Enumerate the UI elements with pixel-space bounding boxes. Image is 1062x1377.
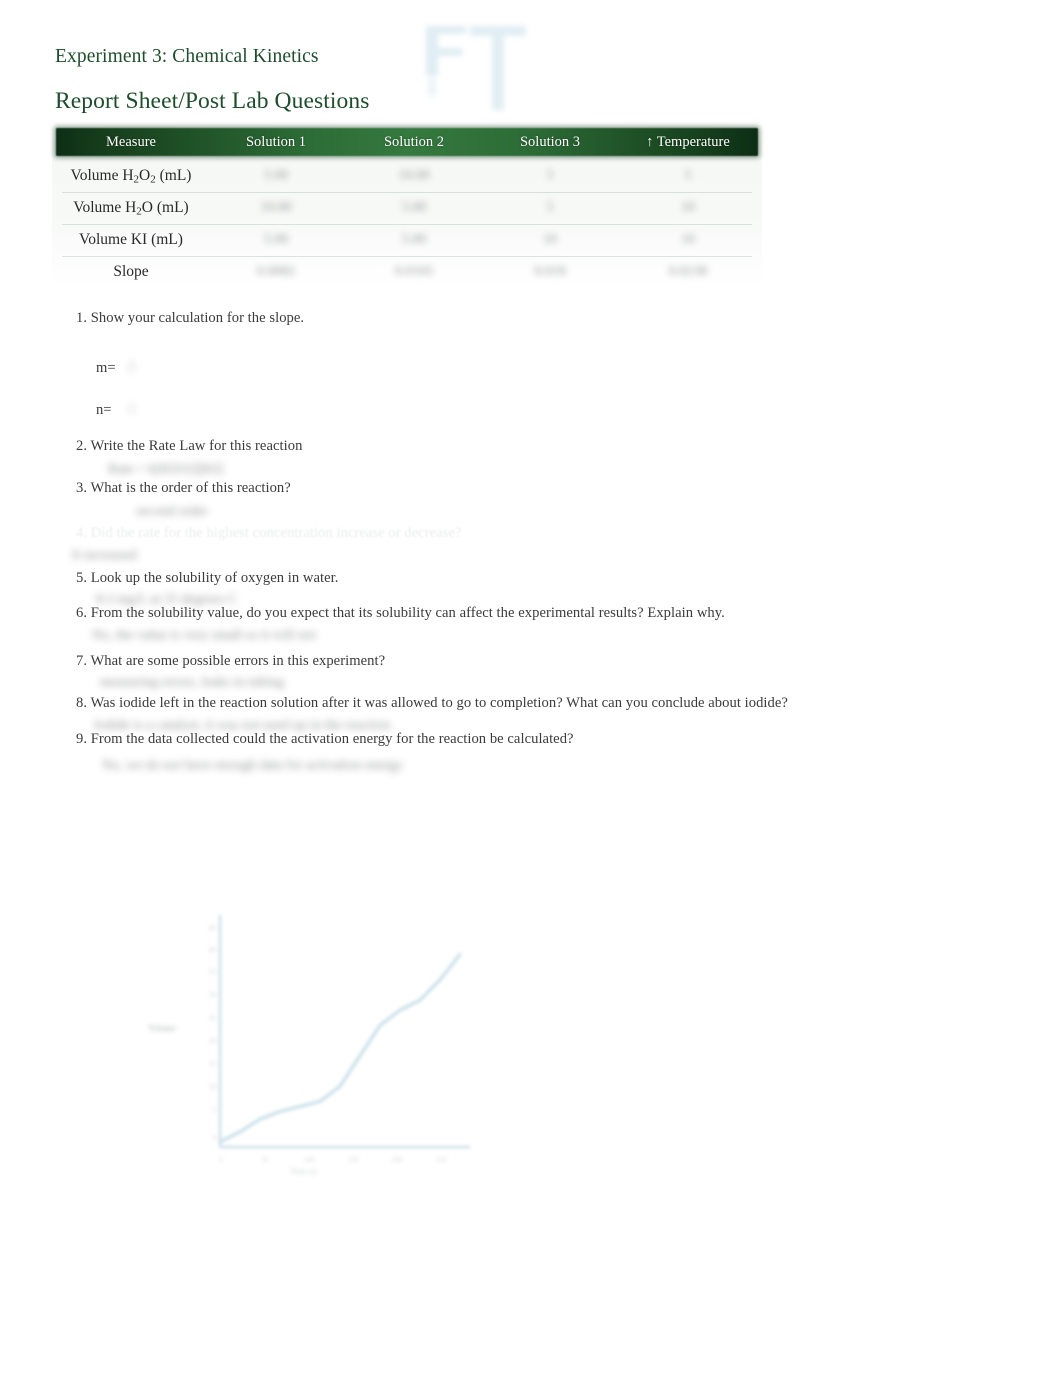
chart-plot-svg <box>218 915 470 1149</box>
question-8: 8. Was iodide left in the reaction solut… <box>76 695 788 712</box>
cell-value: 5.00 <box>401 232 427 247</box>
row-label-volume-h2o2: Volume H2O2 (mL) <box>70 166 192 186</box>
column-header-solution-1: Solution 1 <box>245 133 307 150</box>
question-3: 3. What is the order of this reaction? <box>76 480 291 497</box>
question-text: Look up the solubility of oxygen in wate… <box>90 570 339 586</box>
table-row: Slope 0.0082 0.0165 0.018 0.0238 <box>56 256 758 288</box>
slope-n-label: n= <box>96 402 112 418</box>
question-number: 8. <box>76 695 88 711</box>
cell-value: 5.00 <box>263 232 289 247</box>
question-text: Was iodide left in the reaction solution… <box>90 695 788 711</box>
page-title: Experiment 3: Chemical Kinetics <box>55 46 319 67</box>
cell-value: 10 <box>681 232 695 247</box>
question-number: 2. <box>76 438 88 454</box>
question-4: 4. Did the rate for the highest concentr… <box>76 525 461 542</box>
cell-value: 0.0082 <box>256 264 296 279</box>
table-row: Volume KI (mL) 5.00 5.00 10 10 <box>56 224 758 256</box>
cell-value: 5 <box>546 200 554 215</box>
question-number: 5. <box>76 570 88 586</box>
answer-4: It increased <box>72 548 137 563</box>
question-text: What are some possible errors in this ex… <box>90 653 386 669</box>
cell-value: 10.00 <box>398 168 430 183</box>
chart-axes <box>218 915 470 1149</box>
cell-value: 0.0165 <box>394 264 434 279</box>
question-5: 5. Look up the solubility of oxygen in w… <box>76 570 338 587</box>
column-header-temperature: ↑ Temperature <box>646 133 730 150</box>
data-table: Measure Solution 1 Solution 2 Solution 3… <box>52 124 762 284</box>
kinetics-line-chart: Volume 45 40 35 30 25 20 15 10 5 0 0 50 … <box>140 905 480 1195</box>
slope-m-value: 2 <box>128 360 135 375</box>
column-header-solution-2: Solution 2 <box>383 133 445 150</box>
row-label-volume-h2o: Volume H2O (mL) <box>73 198 189 218</box>
cell-value: 10 <box>681 200 695 215</box>
cell-value: 10 <box>543 232 557 247</box>
column-header-measure: Measure <box>106 133 156 150</box>
question-number: 6. <box>76 605 88 621</box>
row-label-volume-ki: Volume KI (mL) <box>79 231 183 248</box>
table-header-row: Measure Solution 1 Solution 2 Solution 3… <box>56 128 758 156</box>
slope-n-value: 1 <box>128 402 135 417</box>
question-text: Did the rate for the highest concentrati… <box>90 525 462 541</box>
chart-data-line <box>218 952 462 1144</box>
question-text: From the solubility value, do you expect… <box>90 605 725 621</box>
question-number: 3. <box>76 480 88 496</box>
cell-value: 5 <box>546 168 554 183</box>
question-text: From the data collected could the activa… <box>90 731 574 747</box>
answer-6: No, the value is very small so it will n… <box>92 628 316 643</box>
question-text: Show your calculation for the slope. <box>90 310 305 326</box>
question-number: 1. <box>76 310 88 326</box>
cell-value: 5 <box>684 168 692 183</box>
answer-2: Rate = k[H2O2][KI] <box>108 462 224 477</box>
row-label-slope: Slope <box>113 263 149 280</box>
page-subtitle: Report Sheet/Post Lab Questions <box>55 88 370 114</box>
question-6: 6. From the solubility value, do you exp… <box>76 605 725 622</box>
question-2: 2. Write the Rate Law for this reaction <box>76 438 302 455</box>
cell-value: 10.00 <box>260 200 292 215</box>
question-text: Write the Rate Law for this reaction <box>90 438 303 454</box>
cell-value: 0.018 <box>534 264 566 279</box>
slope-m-label: m= <box>96 360 116 376</box>
answer-7: measuring errors, leaks in tubing <box>100 675 284 690</box>
cell-value: 5.00 <box>263 168 289 183</box>
answer-9: No, we do not have enough data for activ… <box>102 758 403 773</box>
table-row: Volume H2O2 (mL) 5.00 10.00 5 5 <box>56 160 758 192</box>
column-header-solution-3: Solution 3 <box>519 133 581 150</box>
question-9: 9. From the data collected could the act… <box>76 731 574 748</box>
question-number: 7. <box>76 653 88 669</box>
blue-logo-watermark <box>426 26 526 110</box>
question-text: What is the order of this reaction? <box>90 480 291 496</box>
question-number: 4. <box>76 525 88 541</box>
question-number: 9. <box>76 731 88 747</box>
question-1: 1. Show your calculation for the slope. <box>76 310 304 327</box>
cell-value: 0.0238 <box>668 264 708 279</box>
cell-value: 5.00 <box>401 200 427 215</box>
question-7: 7. What are some possible errors in this… <box>76 653 385 670</box>
table-row: Volume H2O (mL) 10.00 5.00 5 10 <box>56 192 758 224</box>
answer-3: second order <box>136 504 208 519</box>
